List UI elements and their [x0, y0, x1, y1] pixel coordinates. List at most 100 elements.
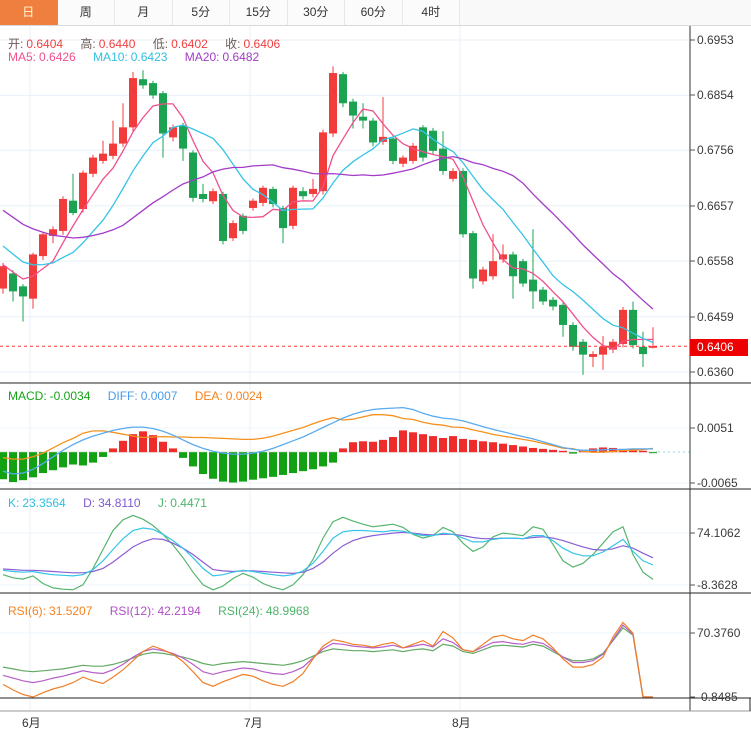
high-value: 0.6440	[99, 37, 136, 51]
low-value: 0.6402	[171, 37, 208, 51]
macd-bar-positive	[449, 436, 457, 452]
candle-body-down	[199, 194, 207, 199]
tab-15min[interactable]: 15分	[230, 0, 288, 25]
candle-body-down	[339, 74, 347, 103]
macd-bar-positive	[399, 430, 407, 452]
rsi-axis-label: 70.3760	[697, 626, 740, 640]
candle-body-down	[639, 347, 647, 354]
close-value: 0.6406	[244, 37, 281, 51]
ma10-value: 0.6423	[131, 50, 168, 64]
ma5-label: MA5:	[8, 50, 36, 64]
candle-body-down	[559, 305, 567, 325]
macd-bar-negative	[69, 452, 77, 464]
candle-body-up	[309, 189, 317, 194]
candle-body-down	[549, 300, 557, 307]
macd-bar-negative	[209, 452, 217, 479]
candle-body-up	[39, 234, 47, 256]
tab-4hour[interactable]: 4时	[403, 0, 461, 25]
ma20-value: 0.6482	[222, 50, 259, 64]
dea-label: DEA:	[195, 389, 223, 403]
macd-bar-positive	[529, 448, 537, 452]
tab-month[interactable]: 月	[115, 0, 173, 25]
d-label: D:	[83, 496, 95, 510]
kdj-header: K:23.3564 D:34.8110 J:0.4471	[8, 496, 221, 510]
candle-body-down	[439, 149, 447, 171]
price-axis-label: 0.6558	[697, 254, 734, 268]
candle-body-down	[219, 194, 227, 241]
macd-bar-positive	[439, 438, 447, 452]
month-label: 8月	[452, 714, 471, 731]
candle-body-down	[149, 83, 157, 95]
candle-body-down	[359, 117, 367, 121]
macd-bar-positive	[639, 451, 647, 452]
macd-bar-positive	[169, 448, 177, 452]
candle-body-down	[159, 93, 167, 133]
tab-5min[interactable]: 5分	[173, 0, 231, 25]
candle-body-up	[0, 266, 7, 288]
macd-bar-positive	[489, 442, 497, 452]
macd-bar-negative	[59, 452, 67, 467]
macd-bar-positive	[359, 441, 367, 452]
macd-axis-label: -0.0065	[697, 476, 738, 490]
macd-bar-negative	[99, 452, 107, 457]
tab-day[interactable]: 日	[0, 0, 58, 25]
candle-body-down	[459, 171, 467, 234]
candle-body-up	[289, 188, 297, 226]
macd-bar-negative	[39, 452, 47, 473]
rsi12-value: 42.2194	[157, 604, 200, 618]
candle-body-up	[79, 173, 87, 209]
macd-bar-negative	[249, 452, 257, 480]
j-label: J:	[158, 496, 167, 510]
candle-body-up	[119, 127, 127, 143]
macd-bar-negative	[269, 452, 277, 477]
macd-bar-positive	[459, 439, 467, 452]
macd-bar-negative	[219, 452, 227, 481]
dea-value: 0.0024	[226, 389, 263, 403]
candle-body-up	[209, 191, 217, 201]
low-label: 低:	[153, 37, 168, 51]
month-label: 6月	[22, 714, 41, 731]
macd-bar-positive	[509, 445, 517, 452]
macd-bar-negative	[299, 452, 307, 471]
candle-body-up	[399, 158, 407, 164]
candle-body-down	[539, 290, 547, 302]
candle-body-up	[319, 132, 327, 191]
macd-bar-positive	[159, 442, 167, 452]
diff-label: DIFF:	[108, 389, 138, 403]
timeframe-tabbar: 日 周 月 5分 15分 30分 60分 4时	[0, 0, 751, 26]
last-price-badge: 0.6406	[690, 339, 748, 356]
rsi24-label: RSI(24):	[218, 604, 263, 618]
macd-header: MACD:-0.0034 DIFF:0.0007 DEA:0.0024	[8, 389, 276, 403]
chart-canvas[interactable]	[0, 0, 751, 736]
rsi6-value: 31.5207	[49, 604, 92, 618]
candle-body-down	[469, 233, 477, 278]
macd-bar-positive	[109, 448, 117, 452]
candle-body-down	[299, 191, 307, 196]
macd-bar-negative	[89, 452, 97, 462]
macd-bar-negative	[0, 452, 7, 479]
macd-bar-positive	[469, 440, 477, 452]
price-axis-label: 0.6459	[697, 310, 734, 324]
candle-body-up	[489, 261, 497, 276]
tab-30min[interactable]: 30分	[288, 0, 346, 25]
j-value: 0.4471	[170, 496, 207, 510]
tab-60min[interactable]: 60分	[345, 0, 403, 25]
tab-week[interactable]: 周	[58, 0, 116, 25]
close-label: 收:	[225, 37, 240, 51]
k-value: 23.3564	[22, 496, 65, 510]
candle-body-down	[69, 201, 77, 213]
macd-bar-positive	[549, 450, 557, 452]
candle-body-down	[569, 325, 577, 347]
macd-bar-positive	[429, 436, 437, 452]
open-label: 开:	[8, 37, 23, 51]
macd-bar-positive	[389, 437, 397, 452]
macd-bar-negative	[229, 452, 237, 482]
macd-bar-positive	[339, 448, 347, 452]
macd-bar-negative	[649, 452, 657, 453]
price-axis-label: 0.6657	[697, 199, 734, 213]
ma-header: MA5:0.6426 MA10:0.6423 MA20:0.6482	[8, 50, 273, 64]
d-value: 34.8110	[98, 496, 141, 510]
macd-bar-positive	[479, 441, 487, 452]
macd-bar-positive	[379, 440, 387, 452]
background	[0, 0, 751, 736]
